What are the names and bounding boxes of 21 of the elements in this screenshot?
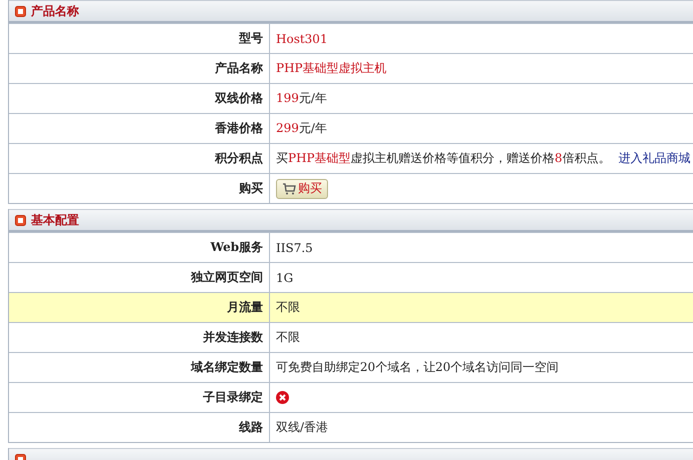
section-icon — [15, 214, 26, 226]
value-text: 不限 — [276, 299, 300, 316]
section-title: 产品名称 — [31, 2, 79, 20]
value-text: 可免费自助绑定20个域名，让20个域名访问同一空间 — [276, 359, 559, 376]
section-title: 基本配置 — [31, 212, 79, 228]
row-label: 购买 — [9, 174, 270, 203]
value-text: 双线/香港 — [276, 419, 328, 436]
value-text: 不限 — [276, 329, 300, 346]
value-text: IIS7.5 — [276, 240, 313, 254]
buy-button[interactable]: 购买 — [276, 178, 328, 198]
section-icon — [15, 6, 26, 16]
cross-icon — [276, 391, 289, 404]
gift-shop-link[interactable]: 进入礼品商城 — [618, 150, 690, 167]
value-text: PHP基础型虚拟主机 — [276, 60, 387, 77]
value-text: Host301 — [276, 32, 328, 46]
cart-icon — [282, 182, 296, 194]
value-text: 199元/年 — [276, 90, 327, 107]
value-text: 买PHP基础型虚拟主机赠送价格等值积分，赠送价格8倍积点。 — [276, 150, 610, 167]
value-text: 299元/年 — [276, 120, 327, 137]
value-text: 1G — [276, 270, 294, 284]
row-label: 线路 — [9, 413, 270, 442]
